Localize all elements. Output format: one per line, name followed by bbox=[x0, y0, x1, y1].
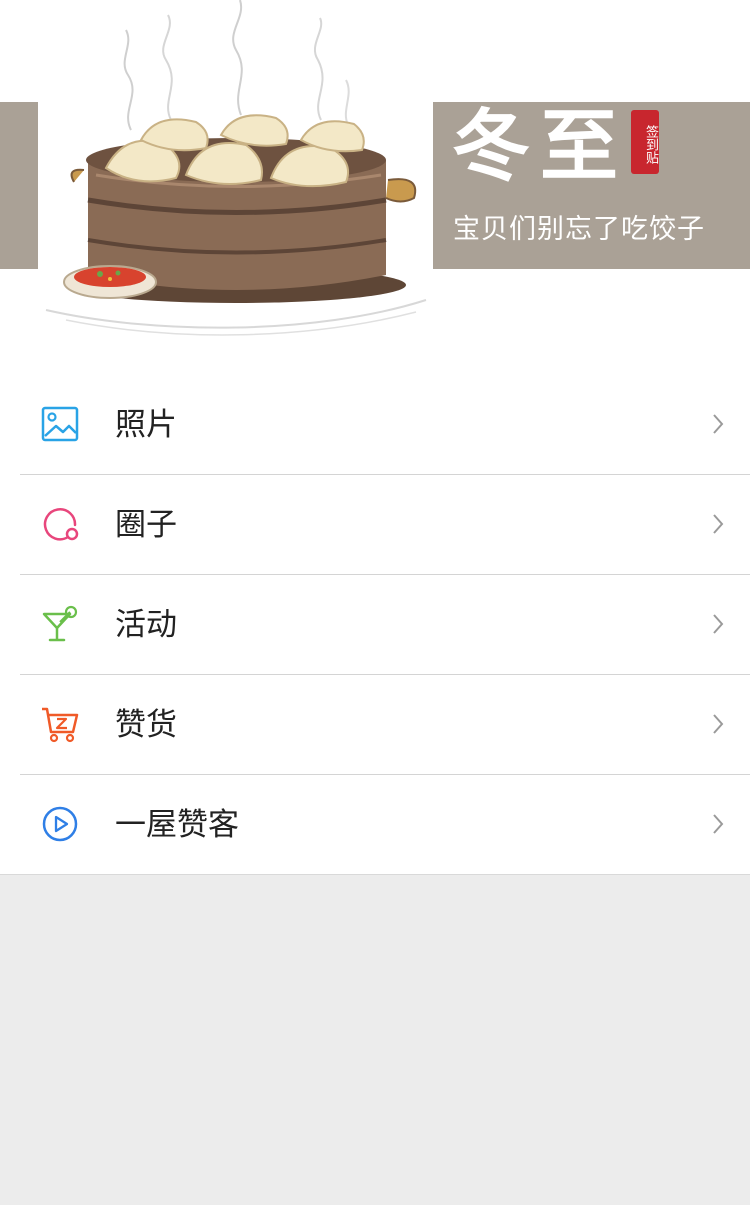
menu-item-label: 活动 bbox=[115, 607, 177, 643]
menu-item-label: 圈子 bbox=[115, 507, 177, 543]
chevron-right-icon bbox=[713, 414, 724, 434]
menu-item-label: 照片 bbox=[115, 407, 177, 443]
menu-item-label: 一屋赞客 bbox=[115, 807, 239, 843]
dumpling-steamer-illustration bbox=[45, 0, 427, 336]
banner[interactable]: 冬至 签到贴 宝贝们别忘了吃饺子 bbox=[0, 0, 750, 375]
chevron-right-icon bbox=[713, 514, 724, 534]
menu-item-photos[interactable]: 照片 bbox=[20, 375, 750, 475]
chevron-right-icon bbox=[713, 714, 724, 734]
menu-item-label: 赞货 bbox=[115, 707, 177, 743]
circle-icon bbox=[43, 508, 79, 541]
menu-item-circle[interactable]: 圈子 bbox=[20, 475, 750, 575]
menu-list: 照片 圈子 活动 赞货 一屋赞客 bbox=[0, 375, 750, 875]
cocktail-icon bbox=[42, 605, 78, 642]
banner-subtitle: 宝贝们别忘了吃饺子 bbox=[453, 214, 705, 245]
chevron-right-icon bbox=[713, 814, 724, 834]
menu-item-activities[interactable]: 活动 bbox=[20, 575, 750, 675]
menu-item-yiwuzanke[interactable]: 一屋赞客 bbox=[20, 775, 750, 874]
menu-item-zanhuo[interactable]: 赞货 bbox=[20, 675, 750, 775]
photo-icon bbox=[41, 406, 79, 442]
chevron-right-icon bbox=[713, 614, 724, 634]
cart-icon bbox=[42, 707, 79, 743]
checkin-stamp: 签到贴 bbox=[631, 110, 659, 174]
play-icon bbox=[42, 806, 78, 842]
banner-title: 冬至 bbox=[452, 101, 629, 192]
